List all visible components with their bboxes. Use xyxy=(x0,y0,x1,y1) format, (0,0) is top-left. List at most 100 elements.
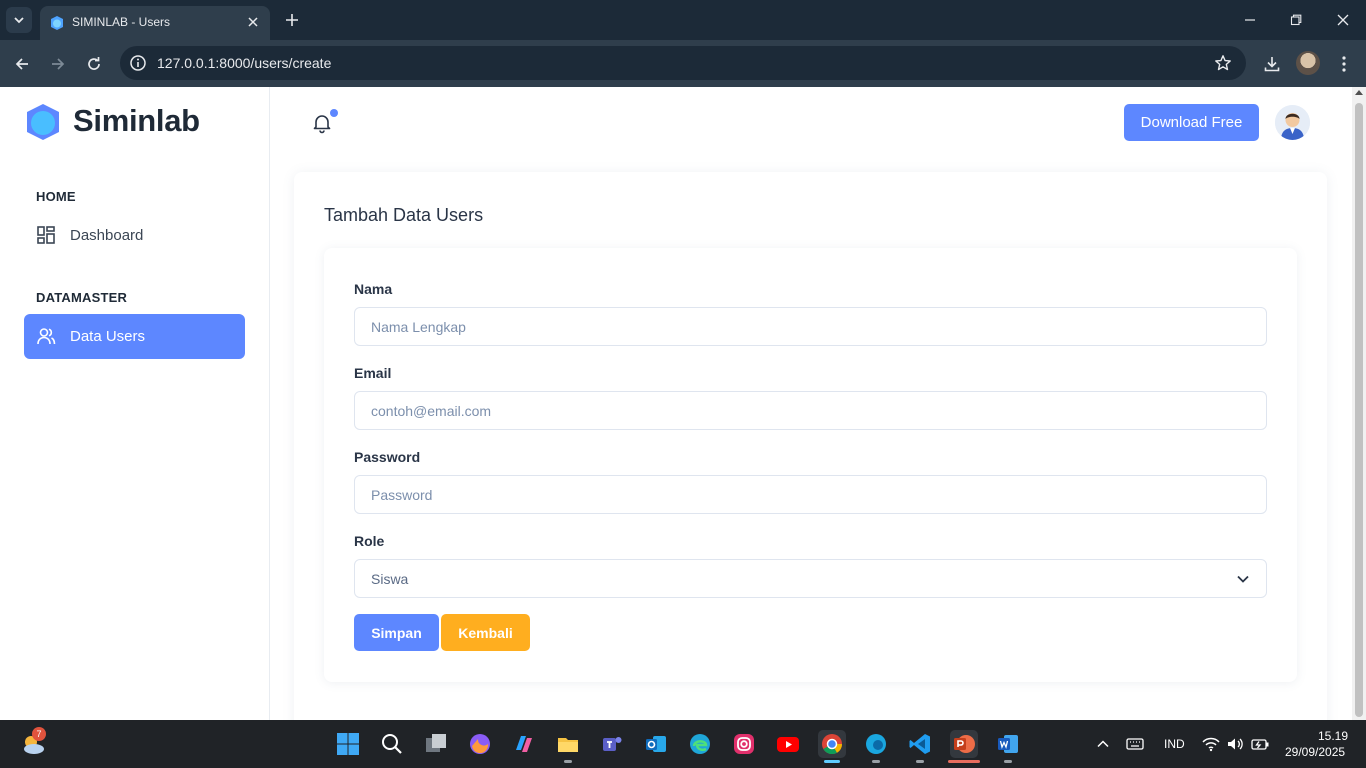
keyboard-icon[interactable] xyxy=(1126,736,1144,752)
download-icon xyxy=(1264,57,1280,72)
search-icon xyxy=(382,734,402,754)
users-icon xyxy=(37,328,56,345)
email-input[interactable]: contoh@email.com xyxy=(354,391,1267,430)
sidebar-item-label: Data Users xyxy=(70,328,146,345)
page-scrollbar[interactable] xyxy=(1352,87,1366,720)
taskbar-app-powerpoint[interactable] xyxy=(950,730,978,758)
active-indicator xyxy=(824,760,840,763)
volume-icon[interactable] xyxy=(1226,736,1244,752)
taskbar-app-file-explorer[interactable] xyxy=(554,730,582,758)
password-label: Password xyxy=(354,449,421,465)
task-view-button[interactable] xyxy=(422,730,450,758)
forward-button[interactable] xyxy=(46,52,70,76)
running-indicator xyxy=(916,760,924,763)
download-free-button[interactable]: Download Free xyxy=(1124,104,1259,141)
taskbar-app-youtube[interactable] xyxy=(774,730,802,758)
sidebar-item-dashboard[interactable]: Dashboard xyxy=(24,213,245,258)
url-text: 127.0.0.1:8000/users/create xyxy=(157,55,331,71)
minimize-icon xyxy=(1245,19,1255,21)
chrome-menu-button[interactable] xyxy=(1332,52,1356,76)
taskbar-app-outlook[interactable] xyxy=(642,730,670,758)
language-indicator[interactable]: IND xyxy=(1164,737,1185,751)
bookmark-star-icon[interactable] xyxy=(1214,54,1232,72)
page-viewport: Siminlab HOME Dashboard DATAMASTER Data … xyxy=(0,87,1352,720)
taskbar-app-chrome[interactable] xyxy=(818,730,846,758)
address-bar[interactable]: 127.0.0.1:8000/users/create xyxy=(120,46,1246,80)
taskbar-app-instagram[interactable] xyxy=(730,730,758,758)
start-button[interactable] xyxy=(334,730,362,758)
more-vertical-icon xyxy=(1342,56,1346,72)
edge-icon xyxy=(690,734,710,754)
task-view-icon xyxy=(426,734,446,752)
running-indicator xyxy=(564,760,572,763)
scroll-up-arrow-icon[interactable] xyxy=(1355,90,1363,95)
user-avatar-icon xyxy=(1275,105,1310,140)
profile-avatar[interactable] xyxy=(1296,51,1320,75)
name-placeholder: Nama Lengkap xyxy=(371,319,466,335)
browser-titlebar: SIMINLAB - Users xyxy=(0,0,1366,40)
chrome-icon xyxy=(822,734,843,755)
save-button[interactable]: Simpan xyxy=(354,614,439,651)
word-icon xyxy=(998,735,1018,753)
clock-time[interactable]: 15.19 xyxy=(1318,729,1348,743)
taskbar-app-firefox[interactable] xyxy=(466,730,494,758)
brand-name: Siminlab xyxy=(73,103,200,138)
email-label: Email xyxy=(354,365,392,381)
vscode-icon xyxy=(909,734,930,754)
name-input[interactable]: Nama Lengkap xyxy=(354,307,1267,346)
taskbar-app-edge-beta[interactable] xyxy=(862,730,890,758)
running-indicator xyxy=(1004,760,1012,763)
taskbar-app-teams[interactable] xyxy=(598,730,626,758)
reload-icon xyxy=(88,57,100,70)
password-input[interactable]: Password xyxy=(354,475,1267,514)
firefox-icon xyxy=(470,734,490,754)
url-path: :8000/users/create xyxy=(215,55,332,71)
back-button[interactable] xyxy=(10,52,34,76)
close-window-button[interactable] xyxy=(1331,8,1355,32)
restore-button[interactable] xyxy=(1284,8,1308,32)
downloads-button[interactable] xyxy=(1260,52,1284,76)
scrollbar-thumb[interactable] xyxy=(1355,103,1363,717)
instagram-icon xyxy=(734,734,754,754)
taskbar-app-word[interactable] xyxy=(994,730,1022,758)
taskbar-search-button[interactable] xyxy=(378,730,406,758)
sidebar-item-data-users[interactable]: Data Users xyxy=(24,314,245,359)
email-placeholder: contoh@email.com xyxy=(371,403,492,419)
create-user-card: Tambah Data Users Nama Nama Lengkap Emai… xyxy=(294,172,1327,720)
site-info-icon[interactable] xyxy=(129,54,147,72)
file-explorer-icon xyxy=(558,738,578,752)
url-host: 127.0.0.1 xyxy=(157,55,216,71)
sidebar-item-label: Dashboard xyxy=(70,227,144,244)
user-form: Nama Nama Lengkap Email contoh@email.com… xyxy=(324,248,1297,682)
plus-icon xyxy=(286,14,298,26)
battery-charging-icon[interactable] xyxy=(1250,736,1270,752)
restore-icon xyxy=(1290,14,1302,26)
siminlab-logo-icon xyxy=(27,104,59,140)
browser-tab[interactable]: SIMINLAB - Users xyxy=(40,6,270,40)
reload-button[interactable] xyxy=(82,52,106,76)
chevron-up-icon[interactable] xyxy=(1096,737,1110,751)
password-placeholder: Password xyxy=(371,487,433,503)
taskbar-app-edge[interactable] xyxy=(686,730,714,758)
wifi-icon[interactable] xyxy=(1202,736,1220,752)
taskbar-app-copilot[interactable] xyxy=(510,730,538,758)
edge-beta-icon xyxy=(866,734,886,754)
arrow-right-icon xyxy=(52,58,65,70)
siminlab-favicon-icon xyxy=(51,16,63,30)
teams-icon xyxy=(603,737,622,751)
clock-date[interactable]: 29/09/2025 xyxy=(1285,745,1345,759)
user-avatar[interactable] xyxy=(1275,105,1310,140)
new-tab-button[interactable] xyxy=(282,10,302,30)
close-tab-icon[interactable] xyxy=(244,13,262,31)
nav-caption-home: HOME xyxy=(36,189,76,204)
notification-dot xyxy=(330,109,338,117)
tab-search-button[interactable] xyxy=(6,7,32,33)
minimize-button[interactable] xyxy=(1238,8,1262,32)
name-label: Nama xyxy=(354,281,393,297)
active-indicator xyxy=(948,760,980,763)
taskbar-app-vscode[interactable] xyxy=(906,730,934,758)
tab-title: SIMINLAB - Users xyxy=(72,15,171,29)
back-button[interactable]: Kembali xyxy=(441,614,530,651)
role-select[interactable]: Siswa xyxy=(354,559,1267,598)
running-indicator xyxy=(872,760,880,763)
